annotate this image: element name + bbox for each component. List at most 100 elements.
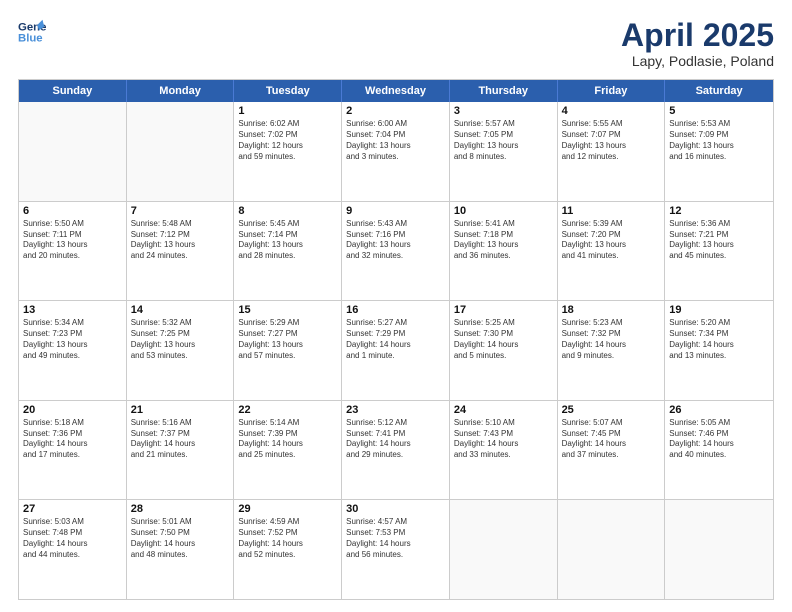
calendar: SundayMondayTuesdayWednesdayThursdayFrid… [18, 79, 774, 600]
day-number: 5 [669, 105, 769, 117]
day-info: Sunrise: 5:50 AM Sunset: 7:11 PM Dayligh… [23, 219, 122, 262]
day-number: 10 [454, 205, 553, 217]
calendar-day: 27 Sunrise: 5:03 AM Sunset: 7:48 PM Dayli… [19, 500, 127, 599]
calendar-day: 9Sunrise: 5:43 AM Sunset: 7:16 PM Daylig… [342, 202, 450, 301]
empty-cell [450, 500, 558, 599]
title-block: April 2025 Lapy, Podlasie, Poland [621, 18, 774, 69]
calendar-day: 15 Sunrise: 5:29 AM Sunset: 7:27 PM Dayli… [234, 301, 342, 400]
empty-cell [127, 102, 235, 201]
day-info: Sunrise: 5:16 AM Sunset: 7:37 PM Dayligh… [131, 418, 230, 461]
day-info: Sunrise: 5:29 AM Sunset: 7:27 PM Dayligh… [238, 318, 337, 361]
day-info: Sunrise: 4:57 AM Sunset: 7:53 PM Dayligh… [346, 517, 445, 560]
calendar-day: 13 Sunrise: 5:34 AM Sunset: 7:23 PM Dayli… [19, 301, 127, 400]
calendar-day: 5Sunrise: 5:53 AM Sunset: 7:09 PM Daylig… [665, 102, 773, 201]
calendar-day: 29 Sunrise: 4:59 AM Sunset: 7:52 PM Dayli… [234, 500, 342, 599]
calendar-day: 7Sunrise: 5:48 AM Sunset: 7:12 PM Daylig… [127, 202, 235, 301]
day-info: Sunrise: 5:12 AM Sunset: 7:41 PM Dayligh… [346, 418, 445, 461]
calendar-row: 27 Sunrise: 5:03 AM Sunset: 7:48 PM Dayli… [19, 500, 773, 599]
day-info: Sunrise: 5:07 AM Sunset: 7:45 PM Dayligh… [562, 418, 661, 461]
empty-cell [665, 500, 773, 599]
calendar-day: 3 Sunrise: 5:57 AM Sunset: 7:05 PM Daylig… [450, 102, 558, 201]
day-info: Sunrise: 5:39 AM Sunset: 7:20 PM Dayligh… [562, 219, 661, 262]
calendar-body: 1 Sunrise: 6:02 AM Sunset: 7:02 PM Daylig… [19, 102, 773, 599]
day-info: Sunrise: 5:34 AM Sunset: 7:23 PM Dayligh… [23, 318, 122, 361]
day-number: 11 [562, 205, 661, 217]
calendar-row: 1 Sunrise: 6:02 AM Sunset: 7:02 PM Daylig… [19, 102, 773, 202]
calendar-day: 2Sunrise: 6:00 AM Sunset: 7:04 PM Daylig… [342, 102, 450, 201]
day-number: 9 [346, 205, 445, 217]
day-info: Sunrise: 4:59 AM Sunset: 7:52 PM Dayligh… [238, 517, 337, 560]
day-info: Sunrise: 6:00 AM Sunset: 7:04 PM Dayligh… [346, 119, 445, 162]
day-info: Sunrise: 5:10 AM Sunset: 7:43 PM Dayligh… [454, 418, 553, 461]
calendar-row: 20 Sunrise: 5:18 AM Sunset: 7:36 PM Dayli… [19, 401, 773, 501]
calendar-day: 8Sunrise: 5:45 AM Sunset: 7:14 PM Daylig… [234, 202, 342, 301]
day-number: 1 [238, 105, 337, 117]
day-info: Sunrise: 5:41 AM Sunset: 7:18 PM Dayligh… [454, 219, 553, 262]
day-number: 24 [454, 404, 553, 416]
weekday-header: Thursday [450, 80, 558, 102]
day-number: 12 [669, 205, 769, 217]
day-number: 30 [346, 503, 445, 515]
calendar-day: 17Sunrise: 5:25 AM Sunset: 7:30 PM Dayli… [450, 301, 558, 400]
day-number: 14 [131, 304, 230, 316]
calendar-row: 6 Sunrise: 5:50 AM Sunset: 7:11 PM Daylig… [19, 202, 773, 302]
logo-icon: General Blue [18, 18, 46, 46]
main-title: April 2025 [621, 18, 774, 53]
logo: General Blue [18, 18, 46, 46]
calendar-day: 22 Sunrise: 5:14 AM Sunset: 7:39 PM Dayli… [234, 401, 342, 500]
calendar-row: 13 Sunrise: 5:34 AM Sunset: 7:23 PM Dayli… [19, 301, 773, 401]
day-number: 17 [454, 304, 553, 316]
day-number: 15 [238, 304, 337, 316]
day-info: Sunrise: 5:20 AM Sunset: 7:34 PM Dayligh… [669, 318, 769, 361]
day-info: Sunrise: 5:45 AM Sunset: 7:14 PM Dayligh… [238, 219, 337, 262]
day-info: Sunrise: 5:57 AM Sunset: 7:05 PM Dayligh… [454, 119, 553, 162]
day-info: Sunrise: 5:18 AM Sunset: 7:36 PM Dayligh… [23, 418, 122, 461]
day-number: 27 [23, 503, 122, 515]
day-info: Sunrise: 5:36 AM Sunset: 7:21 PM Dayligh… [669, 219, 769, 262]
day-number: 13 [23, 304, 122, 316]
day-number: 21 [131, 404, 230, 416]
calendar-day: 19 Sunrise: 5:20 AM Sunset: 7:34 PM Dayli… [665, 301, 773, 400]
weekday-header: Monday [127, 80, 235, 102]
subtitle: Lapy, Podlasie, Poland [621, 53, 774, 69]
day-number: 18 [562, 304, 661, 316]
day-info: Sunrise: 5:55 AM Sunset: 7:07 PM Dayligh… [562, 119, 661, 162]
day-number: 22 [238, 404, 337, 416]
calendar-day: 14 Sunrise: 5:32 AM Sunset: 7:25 PM Dayli… [127, 301, 235, 400]
calendar-day: 23 Sunrise: 5:12 AM Sunset: 7:41 PM Dayli… [342, 401, 450, 500]
day-info: Sunrise: 5:14 AM Sunset: 7:39 PM Dayligh… [238, 418, 337, 461]
calendar-day: 10 Sunrise: 5:41 AM Sunset: 7:18 PM Dayli… [450, 202, 558, 301]
day-number: 28 [131, 503, 230, 515]
calendar-day: 6 Sunrise: 5:50 AM Sunset: 7:11 PM Daylig… [19, 202, 127, 301]
header: General Blue April 2025 Lapy, Podlasie, … [18, 18, 774, 69]
calendar-day: 18Sunrise: 5:23 AM Sunset: 7:32 PM Dayli… [558, 301, 666, 400]
calendar-day: 25Sunrise: 5:07 AM Sunset: 7:45 PM Dayli… [558, 401, 666, 500]
day-number: 29 [238, 503, 337, 515]
day-info: Sunrise: 5:48 AM Sunset: 7:12 PM Dayligh… [131, 219, 230, 262]
calendar-day: 12 Sunrise: 5:36 AM Sunset: 7:21 PM Dayli… [665, 202, 773, 301]
page: General Blue April 2025 Lapy, Podlasie, … [0, 0, 792, 612]
day-number: 16 [346, 304, 445, 316]
day-number: 20 [23, 404, 122, 416]
day-info: Sunrise: 5:32 AM Sunset: 7:25 PM Dayligh… [131, 318, 230, 361]
calendar-day: 11 Sunrise: 5:39 AM Sunset: 7:20 PM Dayli… [558, 202, 666, 301]
weekday-header: Wednesday [342, 80, 450, 102]
day-info: Sunrise: 5:27 AM Sunset: 7:29 PM Dayligh… [346, 318, 445, 361]
day-number: 19 [669, 304, 769, 316]
calendar-day: 28Sunrise: 5:01 AM Sunset: 7:50 PM Dayli… [127, 500, 235, 599]
day-info: Sunrise: 5:05 AM Sunset: 7:46 PM Dayligh… [669, 418, 769, 461]
day-info: Sunrise: 5:03 AM Sunset: 7:48 PM Dayligh… [23, 517, 122, 560]
calendar-day: 24 Sunrise: 5:10 AM Sunset: 7:43 PM Dayli… [450, 401, 558, 500]
day-number: 4 [562, 105, 661, 117]
day-number: 6 [23, 205, 122, 217]
calendar-day: 21 Sunrise: 5:16 AM Sunset: 7:37 PM Dayli… [127, 401, 235, 500]
weekday-header: Friday [558, 80, 666, 102]
svg-text:Blue: Blue [18, 33, 43, 45]
empty-cell [19, 102, 127, 201]
day-info: Sunrise: 6:02 AM Sunset: 7:02 PM Dayligh… [238, 119, 337, 162]
weekday-header: Saturday [665, 80, 773, 102]
calendar-day: 26 Sunrise: 5:05 AM Sunset: 7:46 PM Dayli… [665, 401, 773, 500]
day-number: 3 [454, 105, 553, 117]
day-number: 26 [669, 404, 769, 416]
day-number: 23 [346, 404, 445, 416]
